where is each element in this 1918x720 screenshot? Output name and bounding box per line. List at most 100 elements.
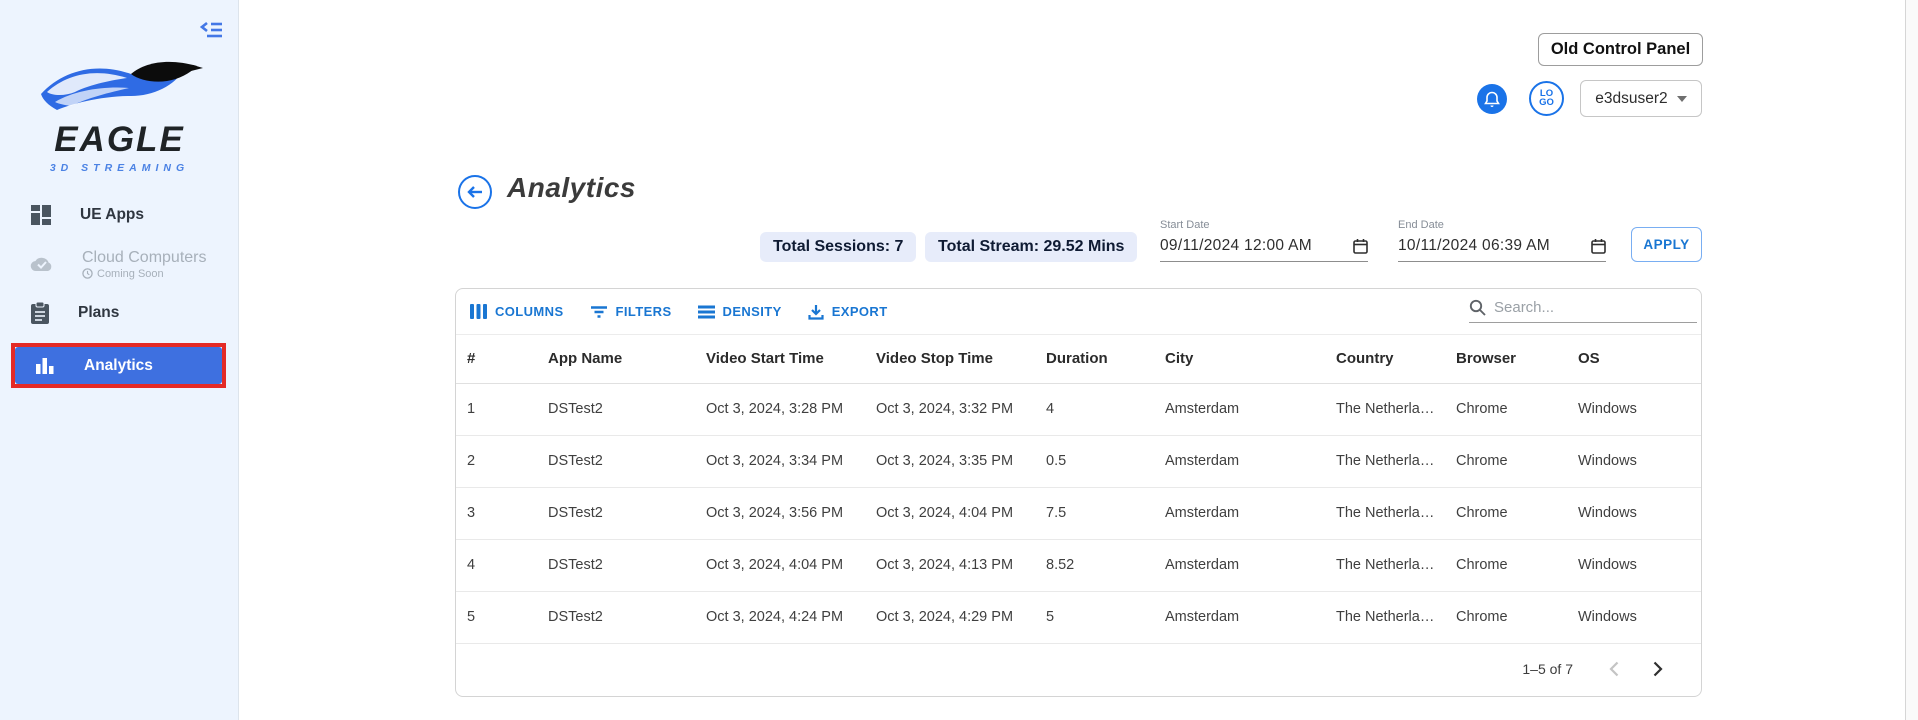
table-header-row: #App NameVideo Start TimeVideo Stop Time… (456, 335, 1702, 383)
cell-browser: Chrome (1445, 539, 1567, 591)
arrow-left-icon (466, 185, 484, 199)
cell-index: 3 (456, 487, 537, 539)
cell-country: The Netherlands (1325, 539, 1445, 591)
cell-city: Amsterdam (1154, 539, 1325, 591)
cell-index: 5 (456, 591, 537, 643)
sidebar-item-label: Plans (78, 304, 119, 322)
cell-index: 1 (456, 383, 537, 435)
cell-browser: Chrome (1445, 435, 1567, 487)
filter-icon (590, 305, 608, 319)
cell-browser: Chrome (1445, 591, 1567, 643)
brand-logo: EAGLE 3D STREAMING (0, 58, 239, 174)
highlight-box: Analytics (11, 343, 226, 388)
table-toolbar: COLUMNS FILTERS DENSITY (456, 289, 1701, 335)
column-header-app-name[interactable]: App Name (537, 335, 695, 383)
table-row[interactable]: 5DSTest2Oct 3, 2024, 4:24 PMOct 3, 2024,… (456, 591, 1702, 643)
search-placeholder: Search... (1494, 299, 1554, 316)
next-page-button[interactable] (1641, 652, 1675, 686)
cell-city: Amsterdam (1154, 383, 1325, 435)
cell-os: Windows (1567, 591, 1702, 643)
org-logo-badge[interactable]: LO GO (1529, 81, 1564, 116)
start-date-field: Start Date 09/11/2024 12:00 AM (1160, 219, 1368, 262)
sessions-table: #App NameVideo Start TimeVideo Stop Time… (456, 335, 1702, 644)
start-date-label: Start Date (1160, 219, 1368, 231)
column-header-country[interactable]: Country (1325, 335, 1445, 383)
username: e3dsuser2 (1595, 90, 1667, 108)
chevron-right-icon (1653, 661, 1663, 677)
cell-browser: Chrome (1445, 383, 1567, 435)
sidebar: EAGLE 3D STREAMING UE Apps Cloud Compute… (0, 0, 239, 720)
density-icon (698, 305, 715, 319)
column-header-video-start-time[interactable]: Video Start Time (695, 335, 865, 383)
analytics-table-card: COLUMNS FILTERS DENSITY (455, 288, 1702, 697)
sidebar-item-ue-apps[interactable]: UE Apps (0, 196, 239, 234)
apply-button[interactable]: APPLY (1631, 227, 1702, 262)
app-root: EAGLE 3D STREAMING UE Apps Cloud Compute… (0, 0, 1918, 720)
end-date-input[interactable]: 10/11/2024 06:39 AM (1398, 237, 1606, 262)
column-header-browser[interactable]: Browser (1445, 335, 1567, 383)
back-button[interactable] (458, 175, 492, 209)
filters-button[interactable]: FILTERS (590, 304, 672, 319)
search-field: Search... (1469, 299, 1697, 323)
column-header-video-stop-time[interactable]: Video Stop Time (865, 335, 1035, 383)
clock-icon (82, 268, 93, 279)
cell-app-name: DSTest2 (537, 487, 695, 539)
export-button[interactable]: EXPORT (808, 304, 888, 320)
cell-country: The Netherlands (1325, 591, 1445, 643)
user-menu-button[interactable]: e3dsuser2 (1580, 80, 1702, 117)
cell-app-name: DSTest2 (537, 591, 695, 643)
cell-duration: 8.52 (1035, 539, 1154, 591)
total-stream-badge: Total Stream: 29.52 Mins (925, 232, 1137, 262)
column-header-duration[interactable]: Duration (1035, 335, 1154, 383)
notifications-button[interactable] (1477, 84, 1507, 114)
page-scrollbar[interactable] (1905, 0, 1918, 720)
cell-app-name: DSTest2 (537, 383, 695, 435)
column-header-os[interactable]: OS (1567, 335, 1702, 383)
calendar-icon[interactable] (1591, 238, 1606, 254)
previous-page-button[interactable] (1597, 652, 1631, 686)
cell-duration: 4 (1035, 383, 1154, 435)
logo-badge-line2: GO (1539, 99, 1554, 108)
columns-icon (470, 304, 487, 319)
cell-os: Windows (1567, 435, 1702, 487)
calendar-icon[interactable] (1353, 238, 1368, 254)
cell-index: 2 (456, 435, 537, 487)
column-header-city[interactable]: City (1154, 335, 1325, 383)
cell-duration: 7.5 (1035, 487, 1154, 539)
table-row[interactable]: 1DSTest2Oct 3, 2024, 3:28 PMOct 3, 2024,… (456, 383, 1702, 435)
eagle-swoosh-icon (35, 58, 205, 120)
cell-video-stop-time: Oct 3, 2024, 4:29 PM (865, 591, 1035, 643)
density-button[interactable]: DENSITY (698, 304, 782, 319)
cell-video-start-time: Oct 3, 2024, 4:04 PM (695, 539, 865, 591)
cell-city: Amsterdam (1154, 591, 1325, 643)
table-pagination: 1–5 of 7 (456, 642, 1701, 696)
cell-video-start-time: Oct 3, 2024, 4:24 PM (695, 591, 865, 643)
cell-city: Amsterdam (1154, 487, 1325, 539)
table-row[interactable]: 3DSTest2Oct 3, 2024, 3:56 PMOct 3, 2024,… (456, 487, 1702, 539)
caret-down-icon (1677, 96, 1687, 102)
search-icon (1469, 299, 1486, 316)
table-row[interactable]: 2DSTest2Oct 3, 2024, 3:34 PMOct 3, 2024,… (456, 435, 1702, 487)
column-header-index[interactable]: # (456, 335, 537, 383)
cell-video-start-time: Oct 3, 2024, 3:34 PM (695, 435, 865, 487)
old-control-panel-button[interactable]: Old Control Panel (1538, 33, 1703, 66)
start-date-input[interactable]: 09/11/2024 12:00 AM (1160, 237, 1368, 262)
cell-index: 4 (456, 539, 537, 591)
columns-button[interactable]: COLUMNS (470, 304, 564, 319)
clipboard-icon (30, 301, 50, 325)
sidebar-item-analytics[interactable]: Analytics (15, 347, 222, 384)
cell-video-stop-time: Oct 3, 2024, 3:35 PM (865, 435, 1035, 487)
cell-video-stop-time: Oct 3, 2024, 3:32 PM (865, 383, 1035, 435)
cell-os: Windows (1567, 487, 1702, 539)
table-row[interactable]: 4DSTest2Oct 3, 2024, 4:04 PMOct 3, 2024,… (456, 539, 1702, 591)
collapse-sidebar-button[interactable] (198, 15, 226, 43)
cell-country: The Netherlands (1325, 383, 1445, 435)
end-date-label: End Date (1398, 219, 1606, 231)
brand-name: EAGLE (0, 122, 239, 157)
download-icon (808, 304, 824, 320)
search-input[interactable]: Search... (1469, 299, 1697, 323)
cell-app-name: DSTest2 (537, 539, 695, 591)
sidebar-item-plans[interactable]: Plans (0, 294, 239, 332)
cell-os: Windows (1567, 383, 1702, 435)
cell-country: The Netherlands (1325, 487, 1445, 539)
